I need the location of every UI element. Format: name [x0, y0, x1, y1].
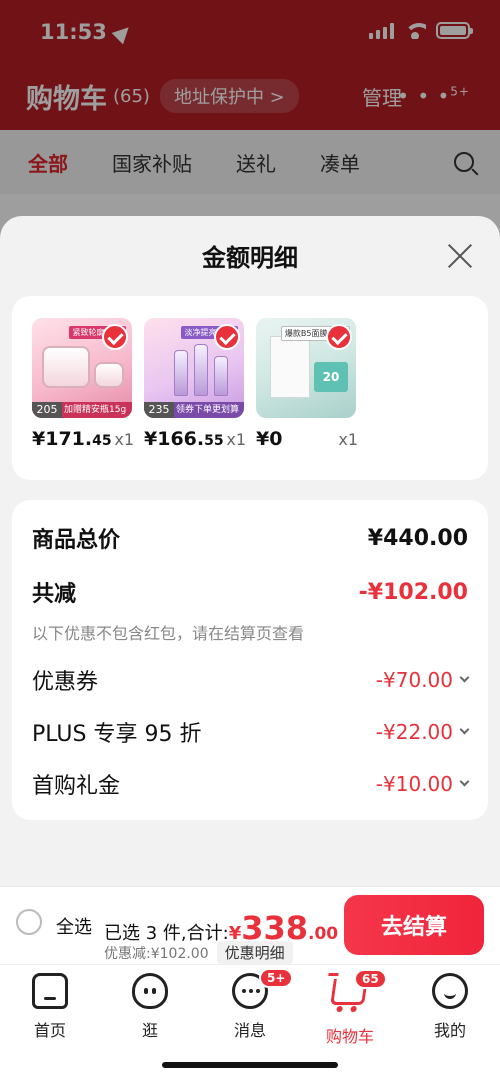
total-label: 商品总价 — [32, 528, 121, 553]
checked-icon — [102, 324, 128, 350]
product-quantity: x1 — [114, 430, 134, 449]
tab-cart[interactable]: 65 购物车 — [310, 969, 390, 1047]
tab-label: 购物车 — [325, 1027, 374, 1046]
discount-row-first-purchase[interactable]: 首购礼金 -¥10.00 — [32, 768, 470, 800]
close-icon[interactable] — [446, 242, 474, 270]
tab-home[interactable]: 首页 — [10, 973, 90, 1041]
discount-value: -¥70.00 — [376, 668, 470, 692]
tab-browse[interactable]: 逛 — [110, 973, 190, 1041]
discount-label: PLUS 专享 95 折 — [32, 722, 202, 747]
product-image: 淡净提亮 淡纹 领券下单更划算 235 — [144, 318, 244, 418]
tab-label: 消息 — [233, 1021, 266, 1040]
cart-icon-wrap: 65 — [330, 969, 387, 1015]
selected-products-card: 紧致轮廓 柔滑 加赠精安瓶15g 205 ¥171.45 x1 淡净提亮 淡纹 … — [12, 296, 488, 480]
discount-note: 以下优惠不包含红包，请在结算页查看 — [32, 624, 305, 643]
reduce-value: -¥102.00 — [358, 579, 468, 605]
mask-box-image — [270, 336, 310, 398]
checkout-button[interactable]: 去结算 — [344, 895, 484, 955]
bottle-image — [214, 356, 228, 396]
total-amount-decimal: .00 — [308, 924, 339, 944]
select-all-radio[interactable] — [16, 909, 42, 935]
product-price: ¥171.45 — [32, 428, 112, 450]
product-quantity: x1 — [338, 430, 358, 449]
product-badge: 205 — [32, 402, 62, 418]
tab-profile[interactable]: 我的 — [410, 973, 490, 1041]
checkout-bar: 全选 已选 3 件,合计: ¥ 338 .00 优惠减:¥102.00 优惠明细… — [0, 886, 500, 964]
product-item[interactable]: 紧致轮廓 柔滑 加赠精安瓶15g 205 ¥171.45 x1 — [32, 318, 136, 450]
tab-label: 我的 — [433, 1021, 466, 1040]
tab-label: 逛 — [141, 1021, 158, 1040]
discount-amount: 优惠减:¥102.00 — [104, 945, 209, 962]
discount-detail-button[interactable]: 优惠明细 — [216, 941, 293, 964]
mask-pack-image: 20 — [314, 362, 348, 392]
cart-badge: 65 — [354, 969, 387, 989]
discount-line: 优惠减:¥102.00 优惠明细 — [104, 941, 293, 964]
cream-jar-image — [42, 346, 90, 388]
chevron-down-icon — [459, 672, 470, 682]
home-indicator — [162, 1062, 338, 1068]
bottle-image — [174, 350, 188, 396]
modal-overlay[interactable] — [0, 0, 500, 240]
product-image: 20 爆款B5面膜 下单 — [256, 318, 356, 418]
discount-row-coupon[interactable]: 优惠券 -¥70.00 — [32, 664, 470, 696]
checked-icon — [326, 324, 352, 350]
product-price: ¥0 — [256, 428, 283, 450]
browse-icon — [132, 973, 168, 1009]
discount-label: 首购礼金 — [32, 774, 121, 799]
product-image: 紧致轮廓 柔滑 加赠精安瓶15g 205 — [32, 318, 132, 418]
reduce-label: 共减 — [32, 582, 77, 607]
product-badge: 235 — [144, 402, 174, 418]
chevron-down-icon — [459, 776, 470, 786]
cream-jar-small-image — [94, 362, 124, 388]
tab-label: 首页 — [33, 1021, 66, 1040]
product-price: ¥166.55 — [144, 428, 224, 450]
price-summary-card: 商品总价 ¥440.00 共减 -¥102.00 以下优惠不包含红包，请在结算页… — [12, 500, 488, 820]
summary-reduce-row: 共减 -¥102.00 — [32, 576, 468, 608]
bottle-image — [194, 344, 208, 396]
profile-icon — [432, 973, 468, 1009]
home-icon — [32, 973, 68, 1009]
discount-label: 优惠券 — [32, 670, 99, 695]
discount-row-plus[interactable]: PLUS 专享 95 折 -¥22.00 — [32, 716, 470, 748]
checked-icon — [214, 324, 240, 350]
sheet-title: 金额明细 — [202, 244, 298, 272]
total-value: ¥440.00 — [367, 525, 468, 551]
chevron-down-icon — [459, 724, 470, 734]
amount-detail-sheet: 金额明细 紧致轮廓 柔滑 加赠精安瓶15g 205 ¥171.45 x1 淡净提 — [0, 216, 500, 886]
product-item[interactable]: 20 爆款B5面膜 下单 ¥0 x1 — [256, 318, 360, 450]
product-item[interactable]: 淡净提亮 淡纹 领券下单更划算 235 ¥166.55 x1 — [144, 318, 248, 450]
message-icon: 5+ — [232, 968, 294, 1009]
message-badge: 5+ — [259, 968, 294, 988]
discount-value: -¥22.00 — [376, 720, 470, 744]
product-quantity: x1 — [226, 430, 246, 449]
select-all-label[interactable]: 全选 — [56, 913, 92, 939]
tab-messages[interactable]: 5+ 消息 — [210, 968, 294, 1041]
discount-value: -¥10.00 — [376, 772, 470, 796]
summary-total-row: 商品总价 ¥440.00 — [32, 522, 468, 554]
